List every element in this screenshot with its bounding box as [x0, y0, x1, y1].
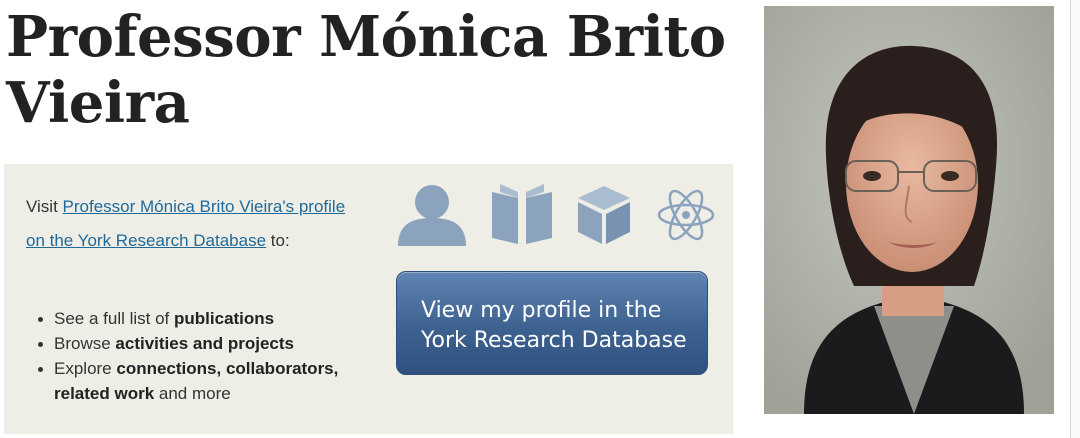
list-item: Browse activities and projects	[26, 331, 376, 356]
list-item: See a full list of publications	[26, 306, 376, 331]
book-icon	[492, 184, 552, 244]
visit-suffix: to:	[266, 231, 290, 250]
button-line-1: View my profile in the	[421, 298, 662, 323]
page-title: Professor Mónica Brito Vieira	[6, 4, 726, 136]
research-database-panel: Visit Professor Mónica Brito Vieira's pr…	[4, 164, 733, 434]
profile-photo	[764, 6, 1054, 414]
atom-icon	[657, 189, 715, 241]
profile-link[interactable]: Professor Mónica Brito Vieira's profile …	[26, 197, 345, 250]
cube-icon	[578, 186, 630, 244]
page-scrollbar[interactable]	[1070, 0, 1080, 438]
benefits-list: See a full list of publications Browse a…	[26, 306, 376, 406]
portrait-image	[764, 6, 1054, 414]
visit-text: Visit Professor Mónica Brito Vieira's pr…	[26, 190, 366, 258]
list-item: Explore connections, collaborators, rela…	[26, 356, 376, 406]
visit-prefix: Visit	[26, 197, 63, 216]
view-profile-button[interactable]: View my profile in the York Research Dat…	[396, 271, 708, 375]
research-icons	[396, 182, 716, 250]
button-line-2: York Research Database	[421, 328, 687, 353]
person-icon	[398, 185, 466, 246]
